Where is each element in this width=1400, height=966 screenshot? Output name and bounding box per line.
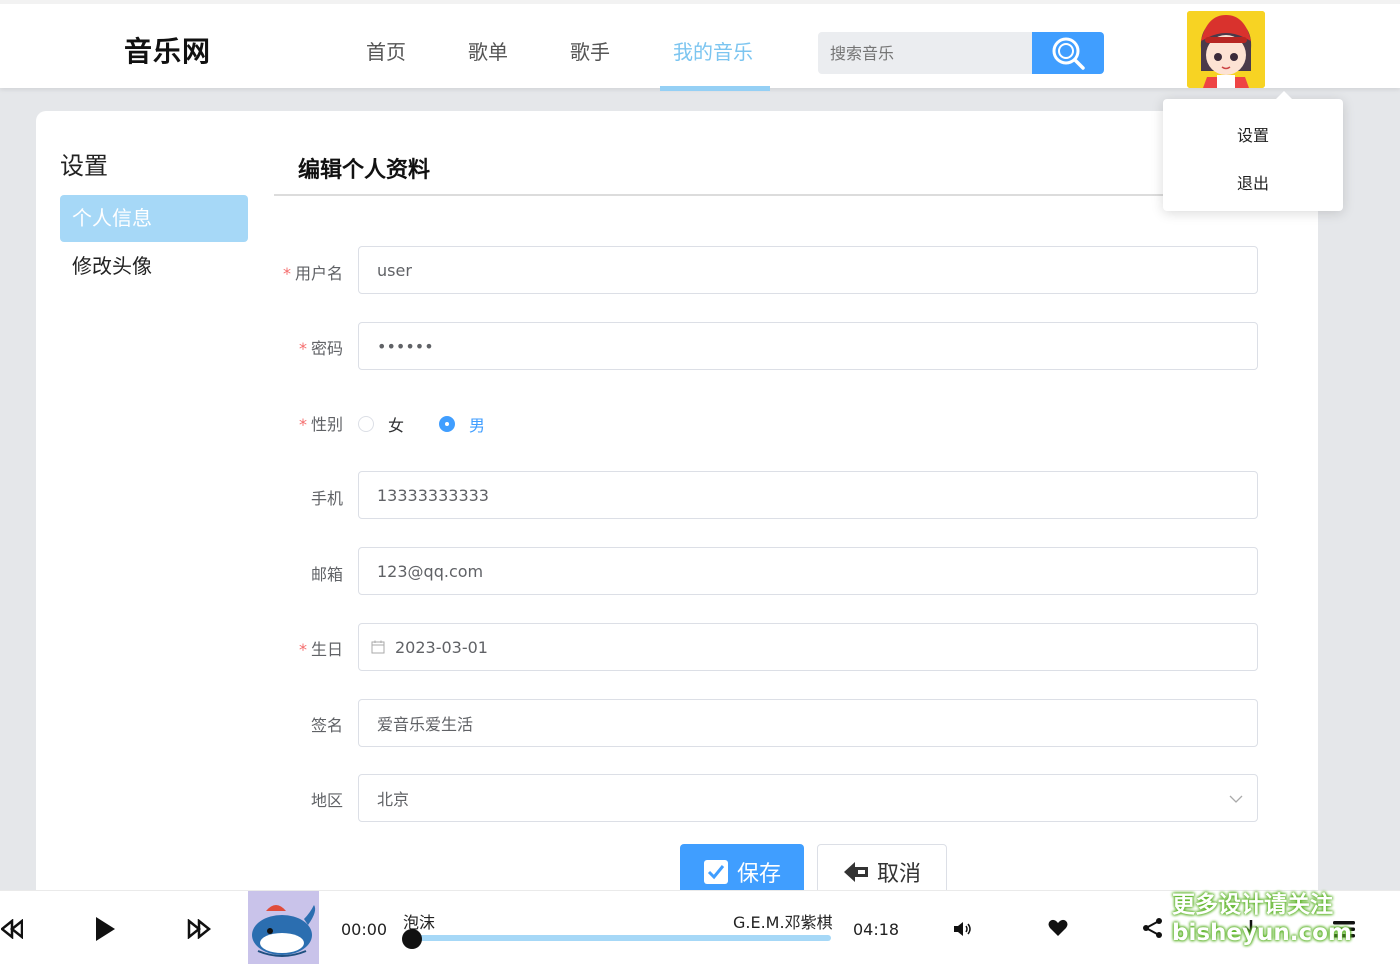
play-button[interactable] (92, 915, 118, 943)
birthday-field[interactable]: 2023-03-01 (358, 623, 1258, 671)
like-button[interactable] (1047, 918, 1069, 938)
dropdown-item-settings[interactable]: 设置 (1163, 122, 1343, 146)
required-mark: * (298, 415, 307, 434)
play-icon (96, 917, 115, 941)
volume-button[interactable] (953, 919, 973, 939)
gender-radio-male[interactable]: 男 (439, 412, 485, 436)
dropdown-arrow (1275, 91, 1293, 100)
album-cover[interactable] (248, 891, 319, 964)
region-select[interactable]: 北京 (358, 774, 1258, 822)
watermark: 更多设计请关注 bisheyun.com (1172, 892, 1352, 946)
volume-icon (954, 922, 971, 936)
nav-home[interactable]: 首页 (366, 36, 406, 65)
email-field[interactable]: 123@qq.com (358, 547, 1258, 595)
birthday-value: 2023-03-01 (395, 637, 488, 657)
search-button[interactable] (1032, 32, 1104, 74)
share-button[interactable] (1142, 917, 1164, 939)
artist-name: G.E.M.邓紫棋 (733, 913, 833, 932)
search-input[interactable] (818, 32, 1034, 74)
phone-label: 手机 (310, 489, 343, 508)
region-value: 北京 (377, 790, 410, 809)
next-icon (187, 919, 211, 939)
birthday-label: * 生日 (298, 640, 343, 659)
required-mark: * (298, 339, 307, 358)
progress-handle[interactable] (402, 929, 422, 949)
radio-label: 男 (469, 416, 486, 435)
sidebar-title: 设置 (60, 152, 108, 180)
album-art-image (248, 891, 319, 964)
sidebar-item-profile[interactable]: 个人信息 (60, 195, 248, 242)
music-player-bar: 00:00 泡沫 G.E.M.邓紫棋 04:18 更多设计请关注 bisheyu… (0, 890, 1400, 966)
back-arrow-icon (843, 862, 868, 882)
phone-field[interactable]: 13333333333 (358, 471, 1258, 519)
user-avatar[interactable] (1187, 11, 1265, 88)
gender-label: * 性别 (298, 415, 343, 434)
radio-label: 女 (388, 416, 405, 435)
page-title: 编辑个人资料 (298, 158, 431, 183)
signature-field[interactable]: 爱音乐爱生活 (358, 699, 1258, 747)
sidebar-item-avatar[interactable]: 修改头像 (60, 243, 248, 290)
email-label: 邮箱 (310, 565, 343, 584)
progress-bar[interactable] (412, 935, 831, 941)
site-logo[interactable]: 音乐网 (124, 30, 211, 70)
username-label: * 用户名 (282, 264, 343, 283)
search-icon (1052, 37, 1085, 70)
required-mark: * (298, 640, 307, 659)
radio-circle (439, 416, 455, 432)
previous-icon (1, 919, 23, 939)
radio-circle (358, 416, 374, 432)
chevron-down-icon (1229, 791, 1243, 810)
nav-active-indicator (660, 86, 770, 91)
next-button[interactable] (186, 917, 212, 941)
duration: 04:18 (853, 920, 900, 939)
share-icon (1143, 918, 1162, 938)
nav-playlists[interactable]: 歌单 (468, 36, 508, 65)
current-time: 00:00 (341, 920, 388, 939)
required-mark: * (282, 264, 291, 283)
save-label: 保存 (736, 862, 781, 887)
previous-button[interactable] (0, 917, 24, 941)
signature-label: 签名 (310, 716, 343, 735)
check-icon (703, 860, 728, 884)
password-label: * 密码 (298, 339, 343, 358)
calendar-icon (371, 640, 385, 654)
avatar-image (1187, 11, 1265, 88)
top-header: 音乐网 首页 歌单 歌手 我的音乐 (0, 0, 1400, 88)
gender-radio-female[interactable]: 女 (358, 412, 404, 436)
region-label: 地区 (310, 791, 343, 810)
username-field[interactable]: user (358, 246, 1258, 294)
password-field[interactable]: •••••• (358, 322, 1258, 370)
nav-singers[interactable]: 歌手 (570, 36, 610, 65)
heart-icon (1048, 919, 1068, 936)
title-divider (274, 194, 1318, 196)
cancel-label: 取消 (876, 862, 921, 887)
dropdown-item-logout[interactable]: 退出 (1163, 170, 1343, 194)
user-dropdown-menu: 设置 退出 (1163, 99, 1343, 211)
nav-my-music[interactable]: 我的音乐 (673, 36, 753, 65)
